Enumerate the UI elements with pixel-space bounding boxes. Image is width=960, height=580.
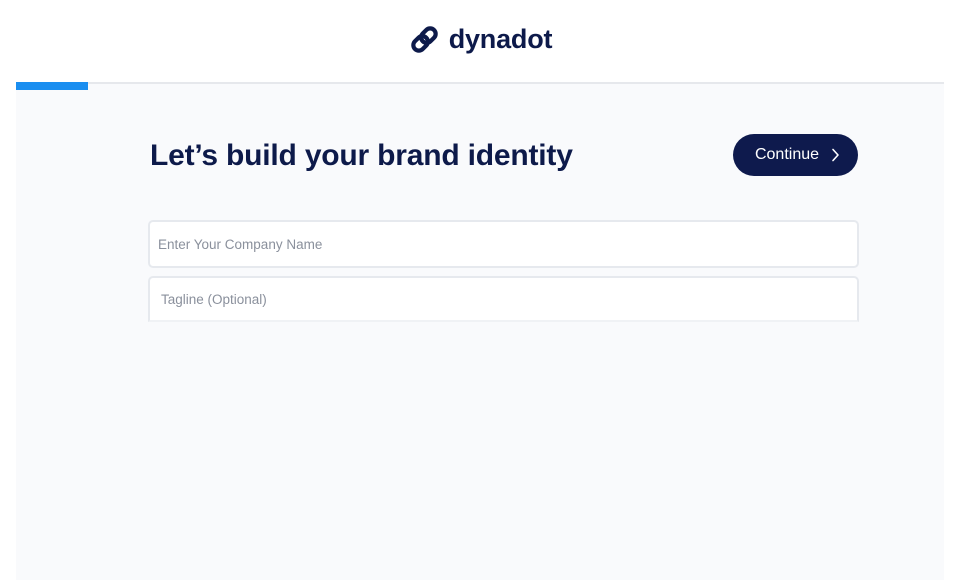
chain-link-icon bbox=[408, 23, 441, 56]
main-content: Let’s build your brand identity Continue bbox=[16, 82, 944, 580]
progress-bar-fill bbox=[16, 82, 89, 90]
page-title: Let’s build your brand identity bbox=[150, 139, 573, 172]
page: dynadot Let’s build your brand identity … bbox=[0, 0, 960, 580]
tagline-field bbox=[148, 276, 859, 322]
continue-button[interactable]: Continue bbox=[733, 134, 858, 176]
chevron-right-icon bbox=[831, 148, 840, 162]
company-name-field bbox=[148, 220, 859, 268]
continue-label: Continue bbox=[754, 146, 820, 163]
tagline-input[interactable] bbox=[150, 278, 857, 320]
company-name-input[interactable] bbox=[150, 222, 857, 266]
header: dynadot bbox=[0, 0, 960, 82]
dynadot-logo[interactable]: dynadot bbox=[408, 23, 553, 56]
logo-text: dynadot bbox=[448, 23, 553, 54]
